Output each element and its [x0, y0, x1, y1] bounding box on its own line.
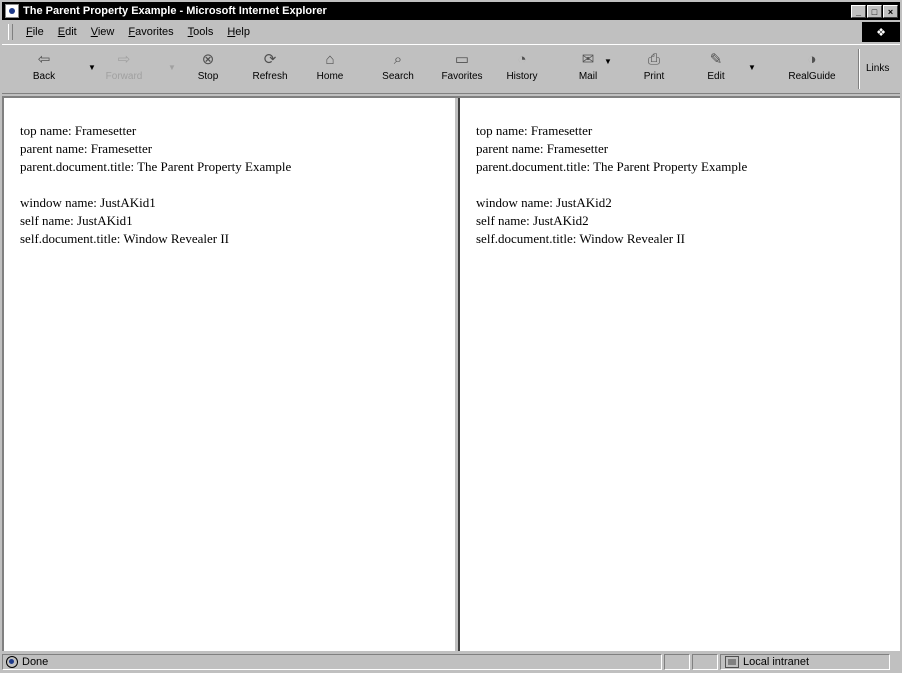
zone-label: Local intranet	[743, 656, 810, 668]
forward-button[interactable]: ⇨ Forward	[96, 49, 152, 91]
status-text-panel: Done	[2, 654, 662, 670]
mail-button[interactable]: ✉ Mail	[560, 49, 616, 91]
home-icon: ⌂	[325, 51, 335, 68]
realguide-button[interactable]: ◑ RealGuide	[772, 49, 852, 91]
right-top-name: top name: Framesetter	[476, 123, 593, 138]
status-bar: Done Local intranet	[2, 653, 900, 671]
favorites-button[interactable]: ▭ Favorites	[434, 49, 490, 91]
ie-page-icon	[5, 4, 19, 18]
right-self-name: self name: JustAKid2	[476, 213, 589, 228]
left-top-name: top name: Framesetter	[20, 123, 137, 138]
back-label: Back	[32, 71, 56, 82]
maximize-button[interactable]: □	[867, 4, 882, 18]
menu-view[interactable]: View	[84, 22, 122, 42]
standard-toolbar: ⇦ Back ▼ ⇨ Forward ▼ ⊗ Stop ⟳ Refresh ⌂ …	[2, 44, 900, 94]
back-button[interactable]: ⇦ Back	[16, 49, 72, 91]
back-dropdown-icon[interactable]: ▼	[88, 63, 96, 72]
edit-dropdown-icon[interactable]: ▼	[748, 63, 756, 72]
refresh-label: Refresh	[252, 71, 288, 82]
stop-icon: ⊗	[201, 51, 215, 68]
menu-file[interactable]: File	[19, 22, 51, 42]
right-spacer	[476, 176, 900, 194]
left-self-name: self name: JustAKid1	[20, 213, 133, 228]
print-button[interactable]: ⎙ Print	[626, 49, 682, 91]
favorites-label: Favorites	[441, 71, 483, 82]
right-frame: top name: Framesetter parent name: Frame…	[460, 98, 900, 651]
status-progress-cell	[664, 654, 690, 670]
right-window-name: window name: JustAKid2	[476, 195, 612, 210]
left-spacer	[20, 176, 454, 194]
forward-dropdown-icon[interactable]: ▼	[168, 63, 176, 72]
right-self-title: self.document.title: Window Revealer II	[476, 231, 685, 246]
print-label: Print	[643, 71, 665, 82]
zone-panel[interactable]: Local intranet	[720, 654, 890, 670]
home-button[interactable]: ⌂ Home	[302, 49, 358, 91]
title-bar[interactable]: The Parent Property Example - Microsoft …	[2, 2, 900, 20]
menu-tools[interactable]: Tools	[181, 22, 221, 42]
window-controls: _ □ ×	[850, 4, 898, 18]
forward-arrow-icon: ⇨	[117, 51, 131, 68]
browser-window: The Parent Property Example - Microsoft …	[0, 0, 902, 673]
history-label: History	[506, 71, 538, 82]
status-text: Done	[22, 656, 49, 668]
page-status-icon	[6, 656, 18, 668]
links-separator	[858, 49, 860, 89]
forward-label: Forward	[105, 71, 143, 82]
refresh-icon: ⟳	[263, 51, 277, 68]
menu-edit[interactable]: Edit	[51, 22, 84, 42]
menu-bar: File Edit View Favorites Tools Help ❖	[2, 22, 900, 42]
menu-help[interactable]: Help	[220, 22, 257, 42]
back-arrow-icon: ⇦	[37, 51, 51, 68]
edit-button[interactable]: ✎ Edit	[688, 49, 744, 91]
edit-icon: ✎	[709, 51, 723, 68]
right-parent-name: parent name: Framesetter	[476, 141, 609, 156]
mail-label: Mail	[578, 71, 598, 82]
close-button[interactable]: ×	[883, 4, 898, 18]
minimize-button[interactable]: _	[851, 4, 866, 18]
favorites-icon: ▭	[454, 51, 470, 68]
search-icon: ⌕	[393, 51, 403, 68]
realguide-label: RealGuide	[788, 71, 836, 82]
history-button[interactable]: ◔ History	[494, 49, 550, 91]
stop-label: Stop	[197, 71, 219, 82]
left-window-name: window name: JustAKid1	[20, 195, 156, 210]
left-self-title: self.document.title: Window Revealer II	[20, 231, 229, 246]
intranet-zone-icon	[725, 656, 739, 668]
realguide-icon: ◑	[807, 51, 817, 68]
home-label: Home	[316, 71, 344, 82]
left-parent-name: parent name: Framesetter	[20, 141, 153, 156]
refresh-button[interactable]: ⟳ Refresh	[242, 49, 298, 91]
stop-button[interactable]: ⊗ Stop	[180, 49, 236, 91]
status-security-cell	[692, 654, 718, 670]
left-parent-title: parent.document.title: The Parent Proper…	[20, 159, 292, 174]
document-area: top name: Framesetter parent name: Frame…	[2, 96, 900, 651]
edit-label: Edit	[707, 71, 725, 82]
history-icon: ◔	[517, 51, 527, 68]
links-button[interactable]: Links	[866, 63, 889, 74]
left-frame: top name: Framesetter parent name: Frame…	[4, 98, 454, 651]
print-icon: ⎙	[647, 51, 660, 68]
menu-grip[interactable]	[8, 24, 13, 40]
right-parent-title: parent.document.title: The Parent Proper…	[476, 159, 748, 174]
windows-logo-icon: ❖	[862, 22, 900, 42]
search-button[interactable]: ⌕ Search	[370, 49, 426, 91]
mail-dropdown-icon[interactable]: ▼	[604, 57, 612, 66]
window-title: The Parent Property Example - Microsoft …	[23, 5, 327, 17]
search-label: Search	[382, 71, 414, 82]
menu-favorites[interactable]: Favorites	[121, 22, 180, 42]
